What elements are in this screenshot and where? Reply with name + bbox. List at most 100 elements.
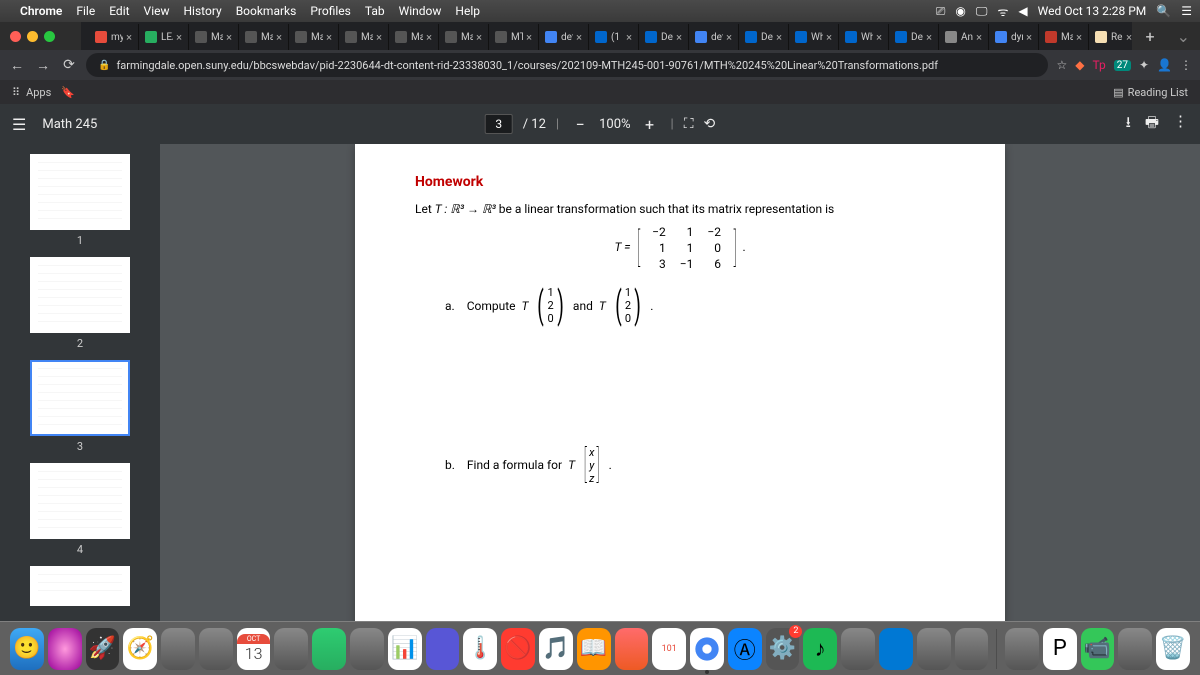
dock-itunes[interactable]: 🎵 bbox=[539, 628, 573, 670]
menu-profiles[interactable]: Profiles bbox=[310, 4, 351, 18]
tab-close-icon[interactable]: × bbox=[876, 31, 882, 44]
reading-list-label[interactable]: Reading List bbox=[1128, 86, 1188, 99]
menu-tab[interactable]: Tab bbox=[365, 4, 385, 18]
control-center-icon[interactable]: ☰ bbox=[1181, 4, 1192, 18]
dock-siri[interactable] bbox=[48, 628, 82, 670]
url-field[interactable]: 🔒 farmingdale.open.suny.edu/bbcswebdav/p… bbox=[86, 53, 1048, 77]
browser-tab[interactable]: Det× bbox=[639, 24, 689, 50]
tab-close-icon[interactable]: × bbox=[426, 31, 432, 44]
menu-history[interactable]: History bbox=[184, 4, 222, 18]
extensions-puzzle-icon[interactable]: ✦ bbox=[1139, 58, 1149, 72]
browser-tab[interactable]: Mat× bbox=[289, 24, 339, 50]
spotlight-icon[interactable]: 🔍 bbox=[1156, 4, 1171, 18]
tab-close-icon[interactable]: × bbox=[776, 31, 782, 44]
tab-overflow-icon[interactable]: ⌄ bbox=[1177, 27, 1190, 46]
dock-app[interactable] bbox=[161, 628, 195, 670]
pdf-page-viewport[interactable]: Homework Let T : ℝ³ → ℝ³ be a linear tra… bbox=[160, 144, 1200, 621]
thumbnail-page[interactable] bbox=[30, 154, 130, 230]
tab-close-icon[interactable]: × bbox=[726, 31, 732, 44]
profile-avatar-icon[interactable]: 👤 bbox=[1157, 58, 1172, 72]
thumbnail-page[interactable] bbox=[30, 257, 130, 333]
thumbnail-page[interactable] bbox=[30, 463, 130, 539]
menu-edit[interactable]: Edit bbox=[109, 4, 129, 18]
chrome-menu-icon[interactable]: ⋮ bbox=[1180, 58, 1192, 72]
tab-close-icon[interactable]: × bbox=[326, 31, 332, 44]
tab-close-icon[interactable]: × bbox=[126, 31, 132, 44]
tab-close-icon[interactable]: × bbox=[1076, 31, 1082, 44]
tab-close-icon[interactable]: × bbox=[276, 31, 282, 44]
menu-bookmarks[interactable]: Bookmarks bbox=[236, 4, 297, 18]
wifi-icon[interactable]: ᯤ bbox=[997, 3, 1008, 20]
reload-button[interactable]: ⟳ bbox=[60, 57, 78, 73]
browser-tab[interactable]: (1 P× bbox=[589, 24, 639, 50]
reading-list-icon[interactable]: ▤ bbox=[1113, 86, 1123, 99]
dock-app[interactable]: 101 bbox=[652, 628, 686, 670]
tab-close-icon[interactable]: × bbox=[376, 31, 382, 44]
tab-close-icon[interactable]: × bbox=[176, 31, 182, 44]
browser-tab[interactable]: Whi× bbox=[789, 24, 839, 50]
dock-app[interactable]: 🚫 bbox=[501, 628, 535, 670]
browser-tab[interactable]: MTI× bbox=[489, 24, 539, 50]
extension-badge[interactable]: 27 bbox=[1114, 60, 1131, 71]
browser-tab[interactable]: Mat× bbox=[339, 24, 389, 50]
window-maximize[interactable] bbox=[44, 31, 55, 42]
download-icon[interactable]: ⭳ bbox=[1126, 112, 1131, 137]
dock-app[interactable] bbox=[841, 628, 875, 670]
tab-close-icon[interactable]: × bbox=[476, 31, 482, 44]
dock-app[interactable] bbox=[615, 628, 649, 670]
pdf-menu-icon[interactable]: ☰ bbox=[12, 115, 26, 134]
dock-launchpad[interactable]: 🚀 bbox=[86, 628, 120, 670]
browser-tab[interactable]: dete× bbox=[689, 24, 739, 50]
browser-tab[interactable]: Mat× bbox=[239, 24, 289, 50]
dock-ibooks[interactable]: 📖 bbox=[577, 628, 611, 670]
zoom-in-button[interactable]: + bbox=[639, 113, 661, 135]
dock-app[interactable] bbox=[274, 628, 308, 670]
menu-help[interactable]: Help bbox=[455, 4, 480, 18]
tab-close-icon[interactable]: × bbox=[526, 31, 532, 44]
dock-app[interactable] bbox=[917, 628, 951, 670]
apps-label[interactable]: Apps bbox=[26, 86, 51, 99]
tab-close-icon[interactable]: × bbox=[976, 31, 982, 44]
browser-tab[interactable]: Mat× bbox=[439, 24, 489, 50]
dock-app[interactable] bbox=[1118, 628, 1152, 670]
tab-close-icon[interactable]: × bbox=[926, 31, 932, 44]
dock-app[interactable] bbox=[350, 628, 384, 670]
new-tab-button[interactable]: + bbox=[1138, 27, 1163, 46]
tab-close-icon[interactable]: × bbox=[676, 31, 682, 44]
clock[interactable]: Wed Oct 13 2:28 PM bbox=[1038, 4, 1147, 18]
window-minimize[interactable] bbox=[27, 31, 38, 42]
dock-trash[interactable]: 🗑️ bbox=[1156, 628, 1190, 670]
star-icon[interactable]: ☆ bbox=[1056, 58, 1067, 72]
dock-chrome[interactable] bbox=[690, 628, 724, 670]
browser-tab[interactable]: Det× bbox=[739, 24, 789, 50]
dock-app[interactable] bbox=[312, 628, 346, 670]
thumbnail-page-active[interactable] bbox=[30, 360, 130, 436]
browser-tab[interactable]: Mat× bbox=[389, 24, 439, 50]
tab-close-icon[interactable]: × bbox=[576, 31, 582, 44]
dock-appstore[interactable]: Ⓐ bbox=[728, 628, 762, 670]
dock-app[interactable]: P bbox=[1043, 628, 1077, 670]
back-button[interactable]: ← bbox=[8, 57, 26, 74]
browser-tab[interactable]: Ans× bbox=[939, 24, 989, 50]
tab-close-icon[interactable]: × bbox=[226, 31, 232, 44]
browser-tab[interactable]: dyn× bbox=[989, 24, 1039, 50]
zoom-out-button[interactable]: − bbox=[569, 113, 591, 135]
window-close[interactable] bbox=[10, 31, 21, 42]
menu-view[interactable]: View bbox=[144, 4, 170, 18]
forward-button[interactable]: → bbox=[34, 57, 52, 74]
cast-icon[interactable]: ⎚ bbox=[936, 4, 946, 19]
extension-tp-icon[interactable]: Tp bbox=[1092, 58, 1105, 72]
print-icon[interactable]: 🖶 bbox=[1145, 112, 1159, 137]
extension-icon[interactable]: ◆ bbox=[1075, 58, 1084, 72]
browser-tab[interactable]: Whi× bbox=[839, 24, 889, 50]
rotate-icon[interactable]: ⟲ bbox=[704, 116, 716, 132]
menu-file[interactable]: File bbox=[76, 4, 95, 18]
dock-app[interactable]: 🌡️ bbox=[463, 628, 497, 670]
tab-close-icon[interactable]: × bbox=[1126, 31, 1131, 44]
pdf-more-icon[interactable]: ⋮ bbox=[1173, 112, 1188, 137]
tab-close-icon[interactable]: × bbox=[626, 31, 632, 44]
dock-app[interactable] bbox=[955, 628, 989, 670]
fit-page-icon[interactable]: ⛶ bbox=[684, 116, 694, 132]
browser-tab[interactable]: LEA× bbox=[139, 24, 189, 50]
screen-icon[interactable]: ◉ bbox=[955, 4, 965, 18]
